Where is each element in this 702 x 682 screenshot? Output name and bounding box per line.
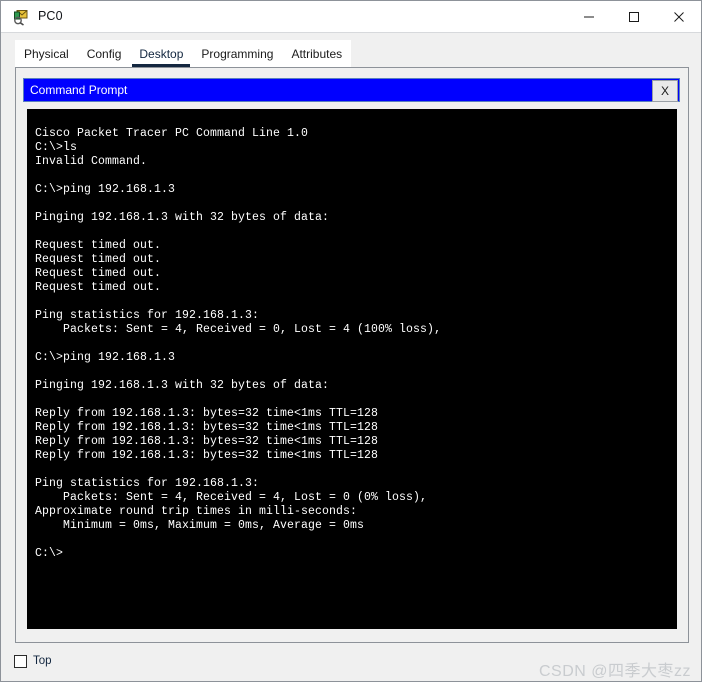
terminal-output: Cisco Packet Tracer PC Command Line 1.0 …: [35, 127, 442, 560]
maximize-button[interactable]: [611, 1, 656, 32]
minimize-button[interactable]: [566, 1, 611, 32]
minimize-icon: [583, 16, 594, 17]
command-prompt-titlebar: Command Prompt X: [23, 78, 680, 102]
top-checkbox-group[interactable]: Top: [14, 655, 52, 668]
tab-desktop-label: Desktop: [139, 46, 184, 61]
tab-attributes[interactable]: Attributes: [282, 40, 352, 67]
tab-config[interactable]: Config: [77, 40, 131, 67]
tab-physical[interactable]: Physical: [15, 40, 78, 67]
tab-physical-label: Physical: [24, 46, 69, 61]
close-icon: [673, 11, 684, 22]
watermark: CSDN @四季大枣zz: [538, 663, 691, 680]
panel-footer: Top CSDN @四季大枣zz: [1, 649, 701, 681]
tab-programming[interactable]: Programming: [192, 40, 283, 67]
top-checkbox-label: Top: [33, 654, 52, 667]
tab-desktop[interactable]: Desktop: [130, 40, 193, 67]
maximize-icon: [628, 11, 639, 22]
window-titlebar: PC0: [1, 1, 701, 33]
command-prompt-title: Command Prompt: [30, 83, 128, 97]
window-controls: [566, 1, 701, 32]
device-tabs: Physical Config Desktop Programming Attr…: [15, 40, 352, 67]
packet-tracer-pc-icon: [12, 8, 30, 26]
command-prompt-close-button[interactable]: X: [652, 80, 678, 102]
close-button[interactable]: [656, 1, 701, 32]
tab-config-label: Config: [86, 46, 122, 61]
pc0-window: PC0 Physical Config Desktop Programming …: [0, 0, 702, 682]
top-checkbox[interactable]: [14, 655, 27, 668]
command-prompt-terminal[interactable]: Cisco Packet Tracer PC Command Line 1.0 …: [27, 109, 677, 629]
tab-attributes-label: Attributes: [291, 46, 343, 61]
tab-programming-label: Programming: [201, 46, 274, 61]
window-title: PC0: [38, 9, 63, 24]
